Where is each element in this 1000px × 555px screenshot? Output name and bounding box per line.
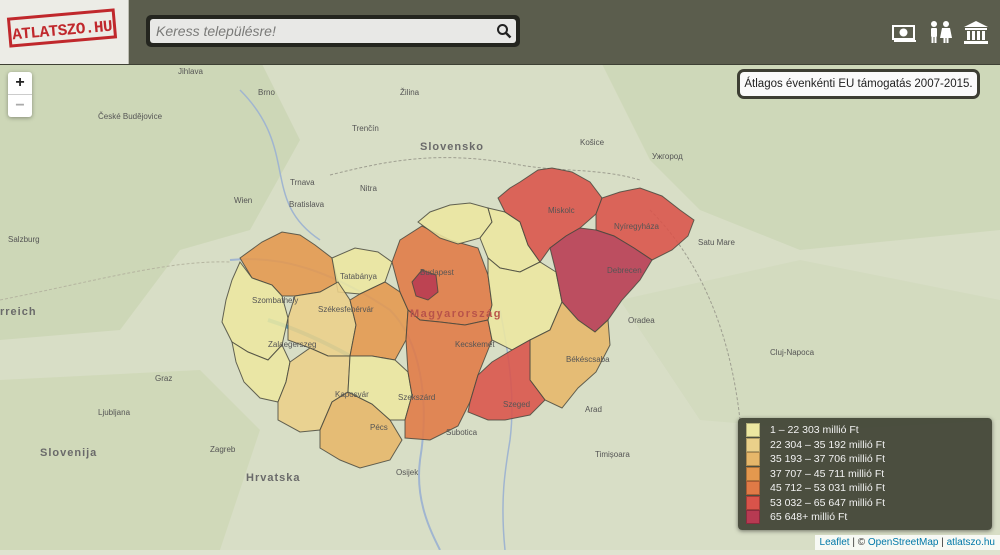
label-trencin: Trenčín — [352, 124, 379, 133]
legend-label: 22 304 – 35 192 millió Ft — [770, 438, 885, 451]
legend-item: 45 712 – 53 031 millió Ft — [746, 481, 984, 496]
institution-icon[interactable] — [962, 18, 990, 46]
label-miskolc: Miskolc — [548, 206, 575, 215]
label-kosice: Košice — [580, 138, 605, 147]
label-oradea: Oradea — [628, 316, 655, 325]
legend-label: 45 712 – 53 031 millió Ft — [770, 482, 885, 495]
leaflet-link[interactable]: Leaflet — [820, 537, 850, 548]
label-arad: Arad — [585, 405, 602, 414]
label-kaposvar: Kaposvár — [335, 390, 369, 399]
atlatszo-logo[interactable]: ATLATSZO.HU — [6, 8, 118, 48]
legend-swatch — [746, 495, 760, 510]
label-rreich: rreich — [0, 306, 37, 318]
label-slovensko: Slovensko — [420, 141, 485, 153]
label-trnava: Trnava — [290, 178, 315, 187]
label-kecskemet: Kecskemét — [455, 340, 495, 349]
legend-item: 53 032 – 65 647 millió Ft — [746, 495, 984, 511]
people-icon[interactable] — [926, 18, 954, 46]
label-szekesfehervar: Székesfehérvár — [318, 305, 374, 314]
search-icon[interactable] — [496, 23, 512, 39]
legend-label: 1 – 22 303 millió Ft — [770, 424, 859, 437]
label-ceske-budejovice: České Budějovice — [98, 112, 163, 121]
legend-swatch — [746, 481, 760, 496]
search-input[interactable] — [150, 19, 516, 43]
atlatszo-link[interactable]: atlatszo.hu — [947, 537, 995, 548]
legend: 1 – 22 303 millió Ft 22 304 – 35 192 mil… — [738, 418, 992, 530]
legend-swatch — [746, 510, 760, 525]
attribution: Leaflet | © OpenStreetMap | atlatszo.hu — [814, 535, 1000, 550]
label-zagreb: Zagreb — [210, 445, 236, 454]
label-subotica: Subotica — [446, 428, 478, 437]
label-tatabanya: Tatabánya — [340, 272, 377, 281]
legend-item: 22 304 – 35 192 millió Ft — [746, 437, 984, 453]
zoom-in-button[interactable]: + — [8, 72, 32, 95]
attribution-separator: | © — [849, 537, 868, 548]
label-magyarorszag: Magyarország — [410, 308, 502, 320]
legend-item: 35 193 – 37 706 millió Ft — [746, 452, 984, 467]
label-zilina: Žilina — [400, 88, 420, 97]
osm-link[interactable]: OpenStreetMap — [868, 537, 939, 548]
label-timisoara: Timișoara — [595, 450, 630, 459]
top-icons — [890, 18, 990, 46]
label-jihlava: Jihlava — [178, 67, 203, 76]
attribution-separator: | — [938, 537, 947, 548]
top-bar: ATLATSZO.HU — [0, 0, 1000, 65]
legend-swatch — [746, 466, 760, 481]
label-hrvatska: Hrvatska — [246, 472, 301, 484]
label-slovenija: Slovenija — [40, 447, 98, 459]
label-nyiregyhaza: Nyíregyháza — [614, 222, 659, 231]
label-debrecen: Debrecen — [607, 266, 642, 275]
label-budapest: Budapest — [420, 268, 454, 277]
label-wien: Wien — [234, 196, 253, 205]
label-zalaegerszeg: Zalaegerszeg — [268, 340, 317, 349]
label-ljubljana: Ljubljana — [98, 408, 131, 417]
legend-item: 1 – 22 303 millió Ft — [746, 423, 984, 438]
legend-swatch — [746, 423, 760, 438]
label-bekescsaba: Békéscsaba — [566, 355, 610, 364]
search-box — [146, 15, 520, 47]
legend-label: 65 648+ millió Ft — [770, 511, 848, 524]
label-brno: Brno — [258, 88, 275, 97]
label-graz: Graz — [155, 374, 173, 383]
legend-label: 37 707 – 45 711 millió Ft — [770, 467, 885, 480]
label-pecs: Pécs — [370, 423, 388, 432]
legend-item: 65 648+ millió Ft — [746, 510, 984, 525]
label-cluj-napoca: Cluj-Napoca — [770, 348, 815, 357]
label-osijek: Osijek — [396, 468, 419, 477]
legend-swatch — [746, 437, 760, 452]
label-nitra: Nitra — [360, 184, 377, 193]
label-szeged: Szeged — [503, 400, 531, 409]
logo-panel: ATLATSZO.HU — [0, 0, 129, 64]
zoom-out-button[interactable]: − — [8, 95, 32, 117]
legend-item: 37 707 – 45 711 millió Ft — [746, 466, 984, 482]
label-salzburg: Salzburg — [8, 235, 40, 244]
legend-label: 53 032 – 65 647 millió Ft — [770, 496, 885, 509]
legend-swatch — [746, 452, 760, 467]
label-szekszard: Szekszárd — [398, 393, 436, 402]
label-uzhhorod: Ужгород — [652, 152, 683, 161]
zoom-control: + − — [8, 72, 32, 117]
money-icon[interactable] — [890, 18, 918, 46]
label-bratislava: Bratislava — [289, 200, 325, 209]
label-szombathely: Szombathely — [252, 296, 299, 305]
label-satu-mare: Satu Mare — [698, 238, 735, 247]
map-title: Átlagos évenkénti EU támogatás 2007-2015… — [740, 72, 977, 96]
legend-label: 35 193 – 37 706 millió Ft — [770, 453, 885, 466]
